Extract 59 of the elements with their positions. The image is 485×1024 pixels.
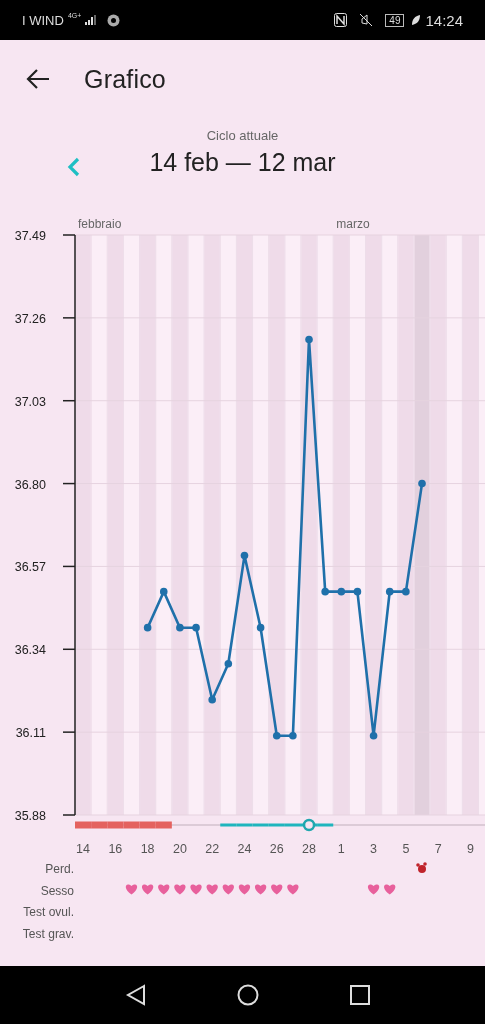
data-point [289, 731, 297, 740]
home-icon[interactable] [237, 984, 260, 1006]
nfc-icon [334, 13, 348, 27]
data-point [402, 587, 410, 596]
axis-label: 26 [269, 842, 284, 856]
carrier-name: I WIND [22, 12, 64, 28]
axis-label: 36.34 [14, 643, 46, 658]
axis-label: 37.49 [14, 229, 46, 243]
data-point [159, 587, 168, 596]
data-point [143, 623, 152, 632]
data-point [176, 623, 184, 632]
data-point [272, 731, 281, 740]
data-point [256, 623, 265, 632]
data-point [305, 335, 313, 344]
data-point [418, 479, 426, 488]
row-label: Test grav. [22, 926, 74, 941]
month-label: febbraio [78, 217, 122, 231]
signal-icon [85, 15, 98, 25]
screen-title: Grafico [84, 64, 166, 94]
data-point [353, 587, 362, 596]
row-label: Test ovul. [23, 905, 74, 919]
back-icon[interactable] [125, 984, 148, 1006]
axis-label: 35.88 [14, 809, 46, 823]
leaf-icon [411, 14, 422, 26]
row-label: Perd. [45, 862, 74, 876]
axis-label: 1 [337, 842, 345, 856]
axis-label: 24 [237, 842, 252, 856]
axis-label: 22 [205, 842, 220, 856]
data-point [321, 587, 329, 596]
cycle-caption: Ciclo attuale [205, 127, 280, 143]
axis-label: 14 [76, 842, 90, 856]
cycle-date-range: 14 feb — 12 mar [149, 148, 336, 177]
axis-label: 18 [140, 842, 155, 856]
mute-icon [359, 13, 374, 27]
data-point [337, 587, 346, 596]
row-label: Sesso [40, 883, 74, 898]
data-point [385, 587, 394, 596]
axis-label: 16 [108, 842, 123, 856]
axis-label: 7 [434, 842, 442, 856]
back-arrow-icon[interactable] [26, 69, 50, 89]
data-point [240, 551, 249, 560]
axis-label: 36.57 [14, 560, 46, 575]
axis-label: 37.26 [14, 311, 46, 326]
recents-icon[interactable] [349, 985, 370, 1005]
axis-label: 3 [370, 842, 378, 856]
data-point [224, 659, 233, 668]
axis-label: 37.03 [14, 394, 46, 409]
axis-label: 36.80 [14, 477, 46, 492]
axis-label: 28 [302, 842, 316, 856]
data-point [192, 623, 200, 632]
axis-label: 9 [466, 842, 474, 856]
clock: 14:24 [425, 11, 463, 29]
data-point [208, 695, 216, 704]
axis-label: 20 [172, 842, 187, 856]
month-label: marzo [336, 217, 370, 231]
battery-level: 49 [385, 13, 405, 27]
data-point [369, 731, 378, 740]
axis-label: 36.11 [15, 726, 46, 741]
axis-label: 5 [402, 842, 410, 856]
